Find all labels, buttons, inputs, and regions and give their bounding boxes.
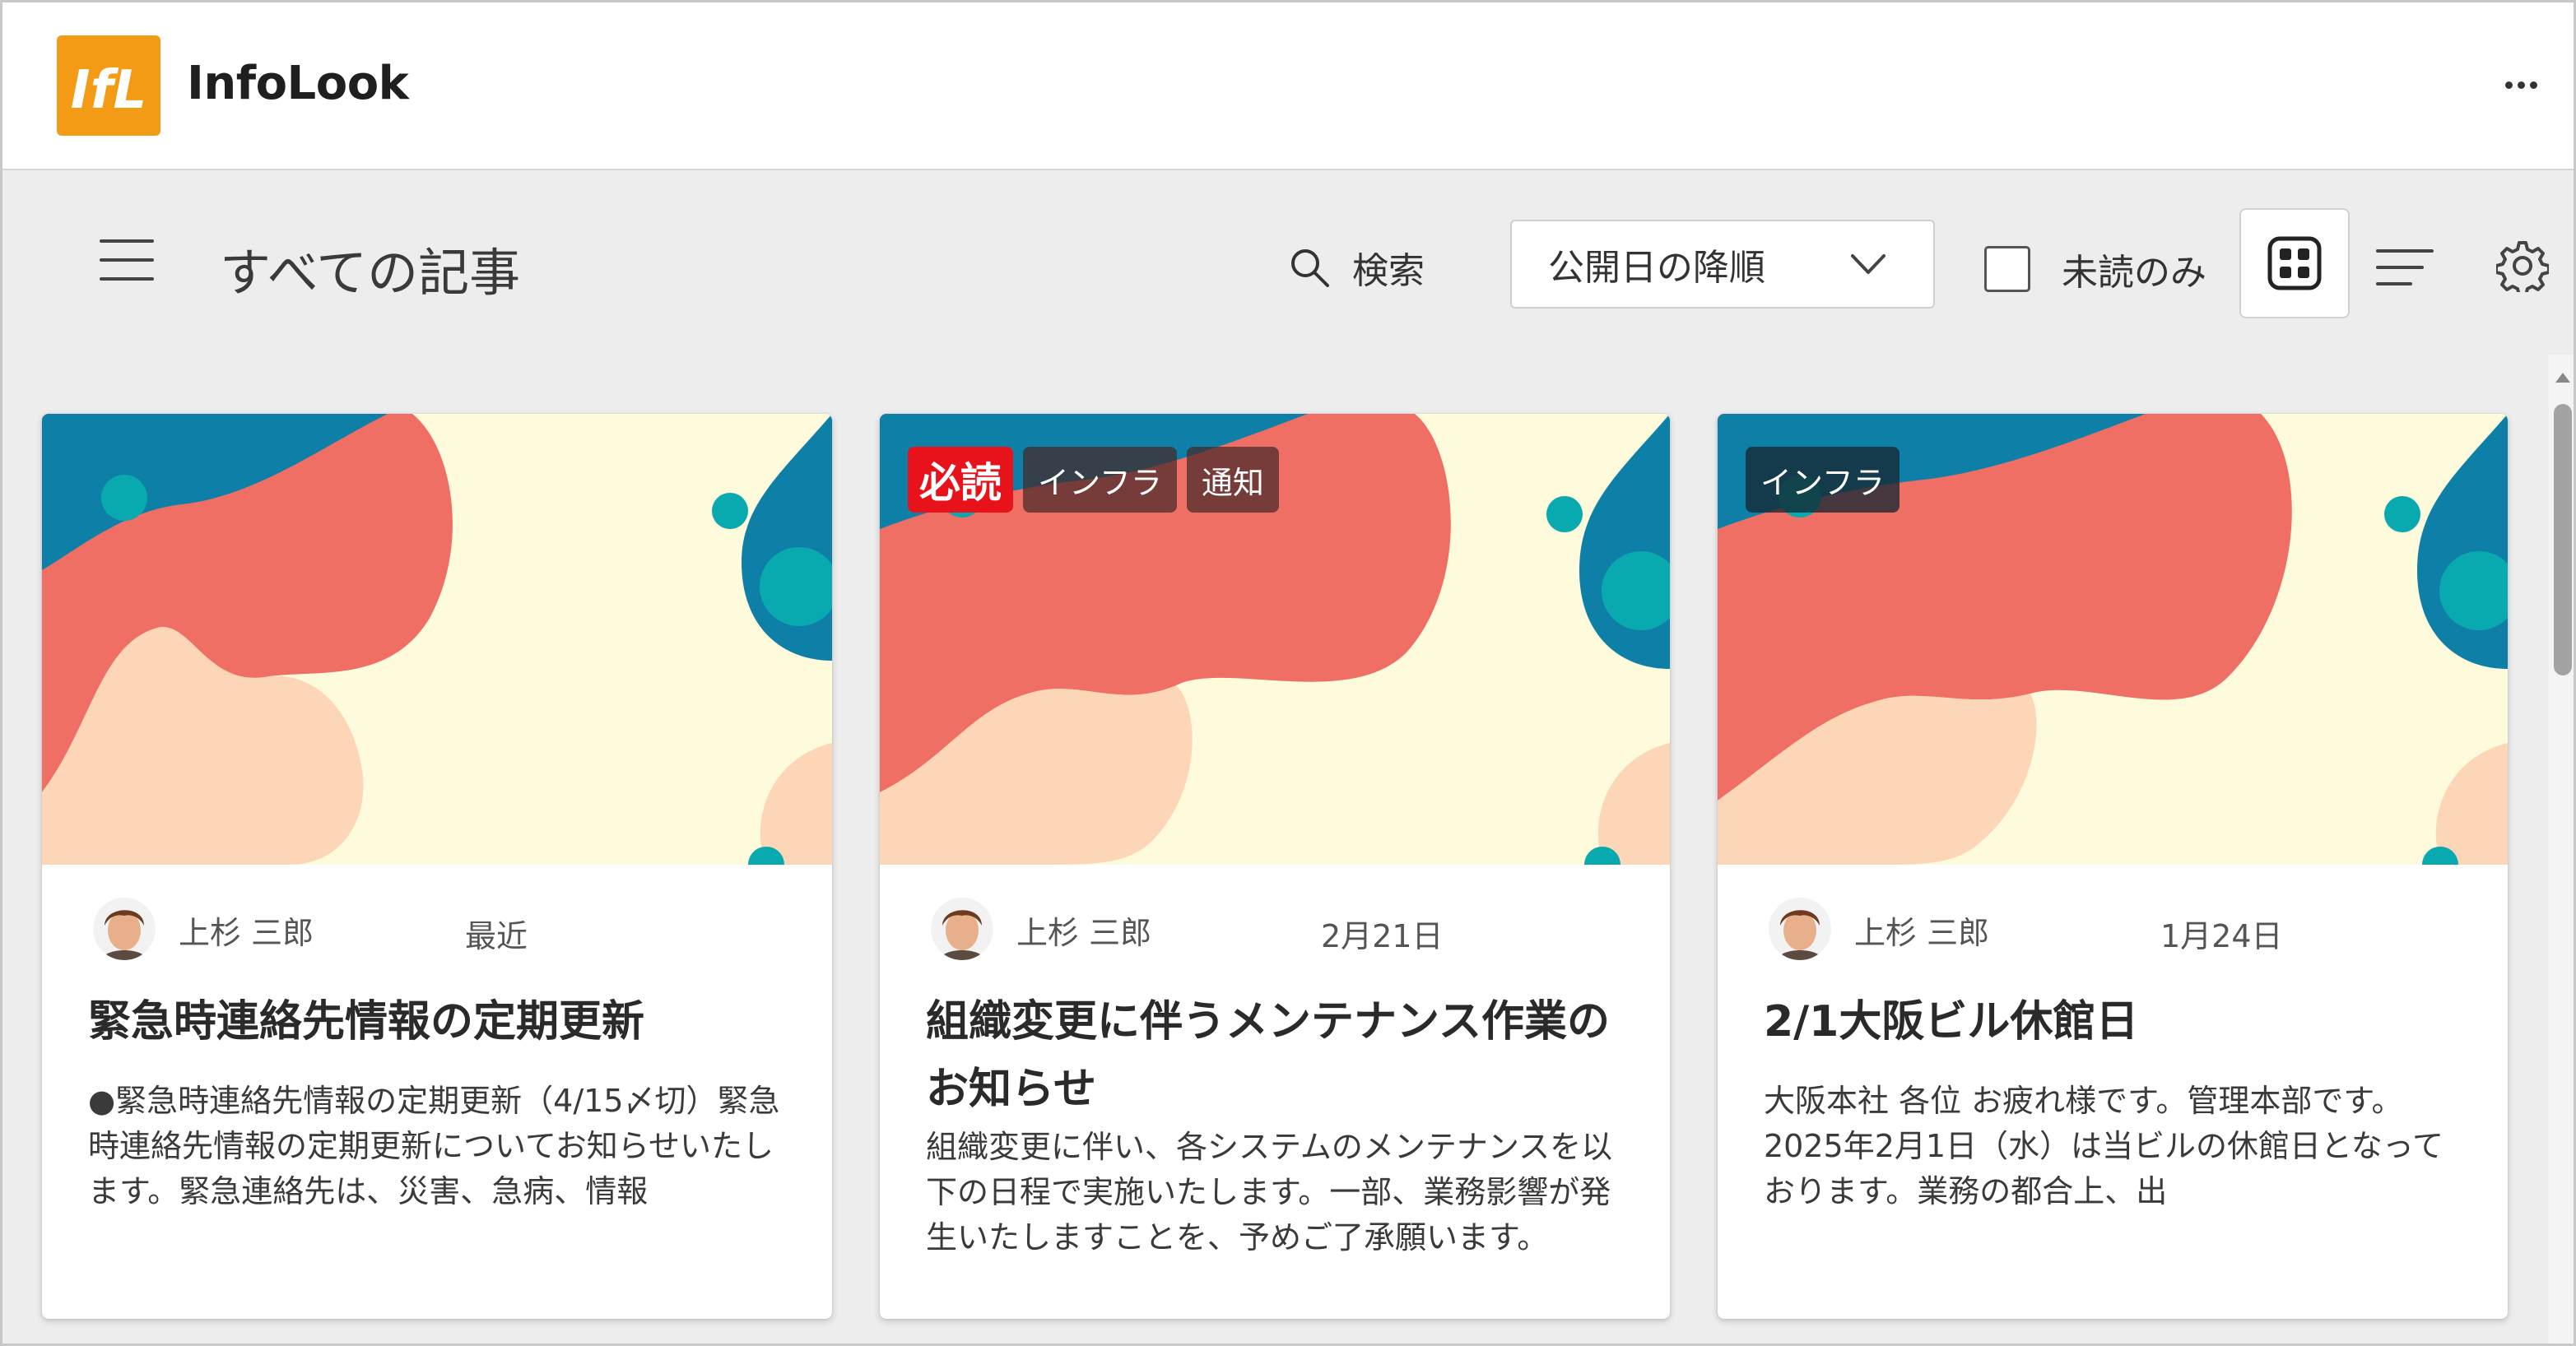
app-header: IfL InfoLook — [2, 2, 2574, 170]
infolook-logo: IfL — [57, 35, 160, 136]
sort-dropdown[interactable]: 公開日の降順 — [1510, 220, 1935, 309]
hamburger-icon[interactable] — [100, 239, 157, 281]
unread-only-toggle[interactable]: 未読のみ — [1984, 243, 2206, 295]
article-excerpt: ●緊急時連絡先情報の定期更新（4/15〆切）緊急時連絡先情報の定期更新についてお… — [88, 1083, 780, 1209]
app-title: InfoLook — [187, 57, 409, 110]
author-name[interactable]: 上杉 三郎 — [1854, 907, 1989, 953]
grid-view-button[interactable] — [2239, 208, 2350, 318]
tag-must-read[interactable]: 必読 — [908, 447, 1013, 513]
article-title[interactable]: 2/1大阪ビル休館日 — [1764, 988, 2471, 1056]
search-icon — [1291, 249, 1329, 287]
avatar[interactable] — [93, 898, 156, 960]
article-meta: 上杉 三郎 2月21日 — [931, 898, 1639, 963]
article-title[interactable]: 緊急時連絡先情報の定期更新 — [88, 988, 796, 1056]
chevron-down-icon — [1851, 254, 1886, 274]
tag-infra[interactable]: インフラ — [1023, 447, 1177, 513]
publish-date: 2月21日 — [1321, 918, 1444, 954]
search-button[interactable]: 検索 — [1286, 243, 1425, 292]
article-meta: 上杉 三郎 最近 — [93, 898, 801, 963]
article-tags: 必読 インフラ 通知 — [908, 447, 1279, 513]
author-name[interactable]: 上杉 三郎 — [1016, 907, 1151, 953]
unread-checkbox[interactable] — [1984, 246, 2030, 292]
tag-notice[interactable]: 通知 — [1186, 447, 1279, 513]
article-excerpt: 大阪本社 各位 お疲れ様です。管理本部です。2025年2月1日（水）は当ビルの休… — [1764, 1083, 2444, 1209]
sort-value: 公開日の降順 — [1548, 247, 1765, 289]
app-window: IfL InfoLook すべての記事 検索 公開日の降順 未読のみ 上杉 三郎… — [0, 0, 2576, 1346]
vertical-scrollbar[interactable] — [2549, 355, 2574, 1344]
svg-text:IfL: IfL — [71, 60, 146, 121]
scroll-up-icon[interactable] — [2554, 371, 2572, 384]
more-icon[interactable] — [2496, 67, 2546, 103]
article-card[interactable]: インフラ 上杉 三郎 1月24日 2/1大阪ビル休館日 大阪本社 各位 お疲れ様… — [1718, 414, 2508, 1319]
unread-label: 未読のみ — [2062, 252, 2206, 294]
page-title: すべての記事 — [220, 243, 521, 303]
toolbar: すべての記事 検索 公開日の降順 未読のみ — [2, 172, 2574, 353]
scroll-thumb[interactable] — [2554, 404, 2572, 675]
article-card[interactable]: 必読 インフラ 通知 上杉 三郎 2月21日 組織変更に伴うメンテナンス作業のお… — [880, 414, 1670, 1319]
gear-icon[interactable] — [2496, 239, 2549, 292]
article-title[interactable]: 組織変更に伴うメンテナンス作業のお知らせ — [926, 988, 1634, 1123]
list-view-icon[interactable] — [2376, 243, 2434, 292]
article-thumbnail — [42, 414, 832, 865]
tag-infra[interactable]: インフラ — [1746, 447, 1899, 513]
avatar[interactable] — [1769, 898, 1831, 960]
grid-view-icon — [2267, 236, 2322, 290]
publish-date: 最近 — [465, 918, 528, 954]
article-excerpt: 組織変更に伴い、各システムのメンテナンスを以下の日程で実施いたします。一部、業務… — [926, 1129, 1613, 1255]
author-name[interactable]: 上杉 三郎 — [179, 907, 314, 953]
article-tags: インフラ — [1746, 447, 1899, 513]
article-meta: 上杉 三郎 1月24日 — [1769, 898, 2476, 963]
publish-date: 1月24日 — [2160, 918, 2283, 954]
search-label: 検索 — [1352, 250, 1425, 292]
article-card[interactable]: 上杉 三郎 最近 緊急時連絡先情報の定期更新 ●緊急時連絡先情報の定期更新（4/… — [42, 414, 832, 1319]
avatar[interactable] — [931, 898, 993, 960]
